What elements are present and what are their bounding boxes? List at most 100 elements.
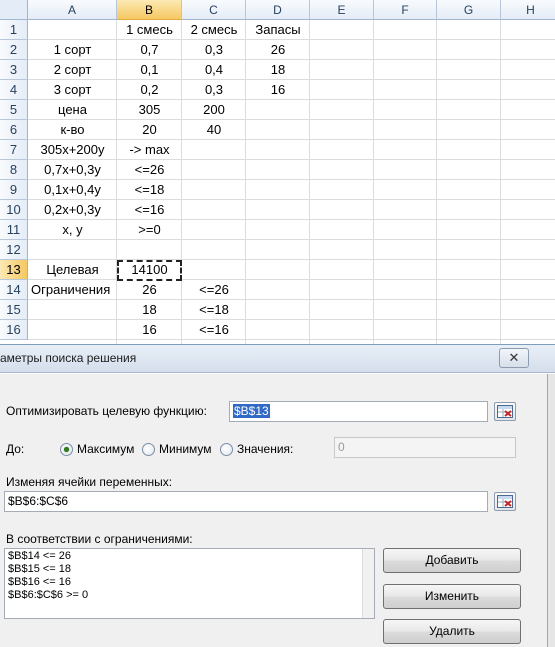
cell-c14[interactable]: <=26 (182, 280, 246, 300)
row-header-11[interactable]: 11 (0, 220, 28, 240)
cell-c3[interactable]: 0,4 (182, 60, 246, 80)
cell-b14[interactable]: 26 (117, 280, 182, 300)
cell-b11[interactable]: >=0 (117, 220, 182, 240)
add-button[interactable]: Добавить (383, 548, 521, 573)
cell-d2[interactable]: 26 (246, 40, 310, 60)
row-header-13[interactable]: 13 (0, 260, 28, 280)
to-label: До: (6, 442, 25, 456)
select-all-corner[interactable] (0, 0, 28, 20)
objective-ref-button[interactable] (494, 402, 516, 421)
cell-a9[interactable]: 0,1x+0,4y (28, 180, 117, 200)
row-header-15[interactable]: 15 (0, 300, 28, 320)
change-button[interactable]: Изменить (383, 584, 521, 609)
row-header-1[interactable]: 1 (0, 20, 28, 40)
cell-c15[interactable]: <=18 (182, 300, 246, 320)
radio-min[interactable] (142, 443, 155, 456)
cell-a7[interactable]: 305x+200y (28, 140, 117, 160)
cell-a8[interactable]: 0,7x+0,3y (28, 160, 117, 180)
cell-a14[interactable]: Ограничения (28, 280, 117, 300)
column-header-b[interactable]: B (117, 0, 182, 20)
cell-a5[interactable]: цена (28, 100, 117, 120)
column-header-d[interactable]: D (246, 0, 310, 20)
constraint-item[interactable]: $B$15 <= 18 (8, 563, 71, 576)
value-field[interactable]: 0 (334, 437, 516, 458)
row-header-3[interactable]: 3 (0, 60, 28, 80)
dialog-scrollbar[interactable] (548, 374, 555, 647)
cell-b10[interactable]: <=16 (117, 200, 182, 220)
cell-c2[interactable]: 0,3 (182, 40, 246, 60)
cell-d1[interactable]: Запасы (246, 20, 310, 40)
row-header-5[interactable]: 5 (0, 100, 28, 120)
range-select-icon (497, 495, 513, 508)
column-header-a[interactable]: A (28, 0, 117, 20)
row-header-9[interactable]: 9 (0, 180, 28, 200)
cell-a13[interactable]: Целевая (28, 260, 117, 280)
row-header-6[interactable]: 6 (0, 120, 28, 140)
row-header-7[interactable]: 7 (0, 140, 28, 160)
objective-field[interactable]: $B$13 (229, 401, 488, 422)
cell-b5[interactable]: 305 (117, 100, 182, 120)
cell-a3[interactable]: 2 сорт (28, 60, 117, 80)
row-header-16[interactable]: 16 (0, 320, 28, 340)
cell-c1[interactable]: 2 смесь (182, 20, 246, 40)
constraint-item[interactable]: $B$14 <= 26 (8, 550, 71, 563)
column-header-f[interactable]: F (374, 0, 437, 20)
row-header-14[interactable]: 14 (0, 280, 28, 300)
cell-b13[interactable]: 14100 (117, 260, 182, 280)
cell-c6[interactable]: 40 (182, 120, 246, 140)
cell-a2[interactable]: 1 сорт (28, 40, 117, 60)
objective-value: $B$13 (233, 404, 270, 418)
cell-c5[interactable]: 200 (182, 100, 246, 120)
constraints-scrollbar[interactable] (362, 549, 374, 618)
close-button[interactable]: ✕ (499, 348, 529, 368)
variables-ref-button[interactable] (494, 492, 516, 511)
cell-c16[interactable]: <=16 (182, 320, 246, 340)
cell-b1[interactable]: 1 смесь (117, 20, 182, 40)
constraint-item[interactable]: $B$6:$C$6 >= 0 (8, 589, 88, 602)
cell-b3[interactable]: 0,1 (117, 60, 182, 80)
close-icon: ✕ (508, 350, 520, 365)
solver-parameters-dialog: аметры поиска решения ✕ Оптимизировать ц… (0, 344, 555, 647)
column-header-h[interactable]: H (501, 0, 555, 20)
cell-b7[interactable]: -> max (117, 140, 182, 160)
radio-value-label[interactable]: Значения: (237, 442, 293, 456)
column-header-c[interactable]: C (182, 0, 246, 20)
dialog-body: Оптимизировать целевую функцию: $B$13 До… (0, 374, 548, 647)
constraint-item[interactable]: $B$16 <= 16 (8, 576, 71, 589)
cell-a4[interactable]: 3 сорт (28, 80, 117, 100)
radio-max-label[interactable]: Максимум (77, 442, 134, 456)
cell-b15[interactable]: 18 (117, 300, 182, 320)
cell-d3[interactable]: 18 (246, 60, 310, 80)
radio-value[interactable] (220, 443, 233, 456)
cell-a11[interactable]: x, y (28, 220, 117, 240)
constraints-list[interactable]: $B$14 <= 26 $B$15 <= 18 $B$16 <= 16 $B$6… (4, 548, 375, 619)
delete-button[interactable]: Удалить (383, 619, 521, 644)
cell-a10[interactable]: 0,2x+0,3y (28, 200, 117, 220)
constraints-label: В соответствии с ограничениями: (6, 532, 193, 546)
row-header-12[interactable]: 12 (0, 240, 28, 260)
variables-label: Изменяя ячейки переменных: (6, 475, 173, 489)
cell-b6[interactable]: 20 (117, 120, 182, 140)
cell-d4[interactable]: 16 (246, 80, 310, 100)
spreadsheet: A B C D E F G H 1 2 3 4 5 6 7 8 9 10 11 … (0, 0, 555, 345)
cell-a6[interactable]: к-во (28, 120, 117, 140)
cell-b8[interactable]: <=26 (117, 160, 182, 180)
cell-b9[interactable]: <=18 (117, 180, 182, 200)
cell-b4[interactable]: 0,2 (117, 80, 182, 100)
row-header-2[interactable]: 2 (0, 40, 28, 60)
column-header-g[interactable]: G (437, 0, 501, 20)
column-header-e[interactable]: E (310, 0, 374, 20)
row-header-8[interactable]: 8 (0, 160, 28, 180)
cell-b2[interactable]: 0,7 (117, 40, 182, 60)
row-header-10[interactable]: 10 (0, 200, 28, 220)
range-select-icon (497, 405, 513, 418)
row-header-4[interactable]: 4 (0, 80, 28, 100)
radio-min-label[interactable]: Минимум (159, 442, 212, 456)
cell-b16[interactable]: 16 (117, 320, 182, 340)
radio-max[interactable] (60, 443, 73, 456)
dialog-title: аметры поиска решения (0, 351, 137, 365)
dialog-titlebar[interactable]: аметры поиска решения ✕ (0, 345, 555, 373)
variables-field[interactable]: $B$6:$C$6 (4, 491, 488, 512)
cell-c4[interactable]: 0,3 (182, 80, 246, 100)
objective-label: Оптимизировать целевую функцию: (6, 404, 207, 418)
